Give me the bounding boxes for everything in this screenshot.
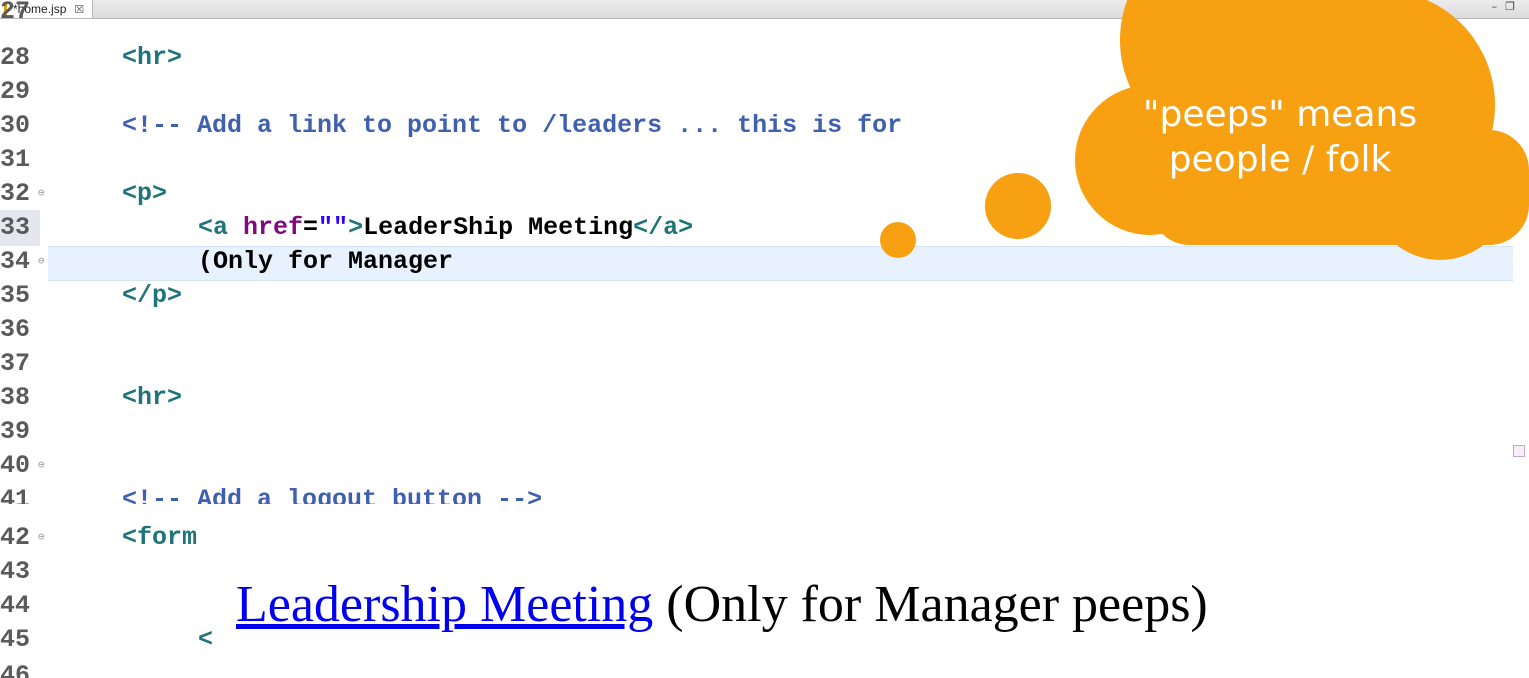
code-line: 46 bbox=[0, 658, 1529, 678]
line-number: 30 bbox=[0, 111, 31, 140]
line-number: 34 bbox=[0, 247, 31, 276]
code-text: <form bbox=[122, 523, 198, 552]
line-number: 41 bbox=[0, 485, 31, 504]
code-line: 28 <hr> bbox=[0, 40, 1529, 76]
code-text: < bbox=[198, 625, 214, 654]
leadership-meeting-link[interactable]: Leadership Meeting bbox=[236, 575, 653, 634]
fold-icon[interactable]: ⊖ bbox=[38, 520, 45, 556]
code-line: 42 ⊖ <form bbox=[0, 520, 1529, 556]
line-number: 42 bbox=[0, 523, 31, 552]
code-line: 41 <!-- Add a logout button --> bbox=[0, 482, 1529, 504]
line-number: 31 bbox=[0, 145, 31, 174]
code-line: 38 <hr> bbox=[0, 380, 1529, 416]
code-line: 37 bbox=[0, 346, 1529, 382]
code-text: <hr> bbox=[122, 43, 183, 72]
code-line: 36 bbox=[0, 312, 1529, 348]
fold-icon[interactable]: ⊖ bbox=[38, 176, 45, 212]
code-comment: <!-- Add a logout button --> bbox=[122, 485, 543, 504]
code-line: 33 <a href="">LeaderShip Meeting</a> bbox=[0, 210, 1529, 246]
overview-ruler-marker[interactable] bbox=[1513, 445, 1525, 457]
line-number: 27 bbox=[0, 0, 31, 26]
current-code-line: 34 ⊖ (Only for Manager bbox=[0, 244, 1529, 281]
code-line: 35 </p> bbox=[0, 278, 1529, 314]
fold-icon[interactable]: ⊖ bbox=[38, 244, 45, 280]
line-number: 37 bbox=[0, 349, 31, 378]
code-text: <hr> bbox=[122, 383, 183, 412]
code-text: <p> bbox=[122, 179, 168, 208]
code-line: 27 bbox=[0, 0, 1529, 30]
line-number: 43 bbox=[0, 557, 31, 586]
line-number: 45 bbox=[0, 625, 31, 654]
line-number: 38 bbox=[0, 383, 31, 412]
line-number: 29 bbox=[0, 77, 31, 106]
line-number: 28 bbox=[0, 43, 31, 72]
callout-line-1: "peeps" means bbox=[1142, 94, 1418, 135]
callout-text: "peeps" means people / folk bbox=[1090, 92, 1470, 182]
line-number: 33 bbox=[0, 210, 40, 246]
line-number: 44 bbox=[0, 591, 31, 620]
code-line: 39 bbox=[0, 414, 1529, 450]
line-number: 35 bbox=[0, 281, 31, 310]
callout-line-2: people / folk bbox=[1168, 139, 1392, 180]
line-number: 46 bbox=[0, 661, 31, 678]
line-number: 39 bbox=[0, 417, 31, 446]
code-anchor-line: <a href="">LeaderShip Meeting</a> bbox=[198, 213, 694, 242]
preview-note-text: (Only for Manager peeps) bbox=[653, 575, 1208, 633]
code-line: 40 ⊖ bbox=[0, 448, 1529, 484]
rendered-preview: Leadership Meeting (Only for Manager pee… bbox=[222, 568, 1496, 640]
code-comment: <!-- Add a link to point to /leaders ...… bbox=[122, 111, 903, 140]
line-number: 36 bbox=[0, 315, 31, 344]
line-number: 32 bbox=[0, 179, 31, 208]
line-number: 40 bbox=[0, 451, 31, 480]
code-text: (Only for Manager bbox=[198, 247, 454, 276]
fold-icon[interactable]: ⊖ bbox=[38, 448, 45, 484]
code-text: </p> bbox=[122, 281, 183, 310]
